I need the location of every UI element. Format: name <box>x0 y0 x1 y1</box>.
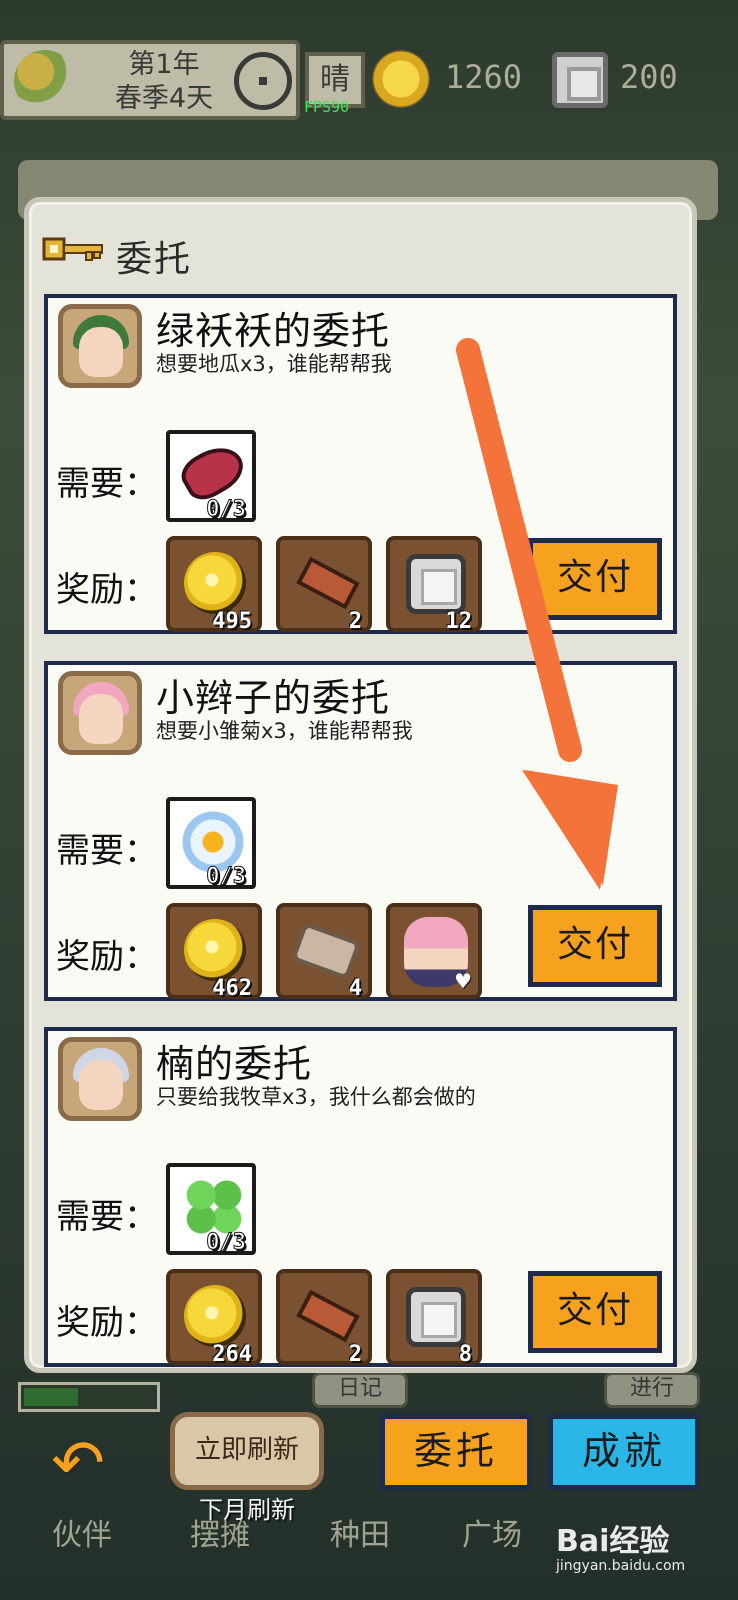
reward-label: 奖励： <box>56 570 158 610</box>
back-arrow-icon[interactable]: ↶ <box>40 1426 116 1502</box>
quest-card-2: 小辫子的委托 想要小雏菊x3，谁能帮帮我 需要： 0/3 奖励： 462 4 ♥… <box>44 661 677 1001</box>
reward-slot-stone[interactable]: 12 <box>386 536 482 634</box>
panel-title: 委托 <box>116 239 193 280</box>
nav-plaza[interactable]: 广场 <box>462 1510 522 1554</box>
coin-icon <box>184 1285 246 1347</box>
npc-avatar-pink <box>58 671 142 755</box>
reward-qty: 8 <box>458 1342 472 1367</box>
achievement-tab-button[interactable]: 成就 <box>548 1414 700 1490</box>
need-progress: 0/3 <box>206 864 247 890</box>
quest-description: 想要小雏菊x3，谁能帮帮我 <box>156 719 413 743</box>
gem-icon <box>552 52 608 108</box>
key-icon <box>42 237 103 261</box>
need-progress: 0/3 <box>206 1230 247 1256</box>
progress-tab[interactable]: 进行 <box>604 1372 700 1408</box>
reward-qty: 264 <box>212 1342 252 1367</box>
quest-description: 只要给我牧草x3，我什么都会做的 <box>156 1085 476 1109</box>
coin-icon <box>184 919 246 981</box>
quest-description: 想要地瓜x3，谁能帮帮我 <box>156 352 392 376</box>
stone-icon <box>406 554 466 614</box>
date-text: 第1年 春季4天 <box>99 48 229 116</box>
reward-qty: 12 <box>445 609 473 634</box>
npc-avatar-silver <box>58 1037 142 1121</box>
fps-counter: FPS90 <box>304 98 350 116</box>
reward-qty: 495 <box>212 609 252 634</box>
background-progress-bar <box>18 1382 160 1412</box>
reward-label: 奖励： <box>56 937 158 977</box>
date-panel: 第1年 春季4天 <box>0 40 300 120</box>
quest-card-1: 绿袄袄的委托 想要地瓜x3，谁能帮帮我 需要： 0/3 奖励： 495 2 12… <box>44 294 677 634</box>
clock-icon[interactable] <box>234 52 292 110</box>
quest-card-3: 楠的委托 只要给我牧草x3，我什么都会做的 需要： 0/3 奖励： 264 2 … <box>44 1027 677 1367</box>
quest-title: 绿袄袄的委托 <box>156 309 391 353</box>
need-item-slot[interactable]: 0/3 <box>166 1163 256 1256</box>
refresh-now-button[interactable]: 立即刷新 <box>170 1412 324 1490</box>
heart-icon: ♥ <box>454 969 472 993</box>
reward-qty: 462 <box>212 976 252 1001</box>
need-progress: 0/3 <box>206 497 247 523</box>
cloth-icon <box>290 921 362 981</box>
coin-icon <box>184 552 246 614</box>
diary-tab[interactable]: 日记 <box>312 1372 408 1408</box>
need-label: 需要： <box>56 464 158 504</box>
year-label: 第1年 <box>128 49 200 80</box>
reward-qty: 2 <box>348 1342 362 1367</box>
season-day-label: 春季4天 <box>114 83 214 114</box>
reward-slot-coin[interactable]: 462 <box>166 903 262 1001</box>
reward-slot-coin[interactable]: 495 <box>166 536 262 634</box>
need-label: 需要： <box>56 1197 158 1237</box>
wood-icon <box>296 556 360 610</box>
coin-icon <box>372 50 430 108</box>
need-label: 需要： <box>56 831 158 871</box>
submit-button[interactable]: 交付 <box>528 905 662 987</box>
watermark-brand: Bai经验 <box>556 1524 670 1559</box>
reward-slot-wood[interactable]: 2 <box>276 536 372 634</box>
commission-tab-button[interactable]: 委托 <box>380 1414 532 1490</box>
nav-stall[interactable]: 摆摊 <box>190 1510 250 1554</box>
nav-farm[interactable]: 种田 <box>330 1510 390 1554</box>
nav-partner[interactable]: 伙伴 <box>52 1510 112 1554</box>
reward-slot-stone[interactable]: 8 <box>386 1269 482 1367</box>
baidu-watermark: Bai经验 jingyan.baidu.com <box>556 1516 685 1574</box>
stone-icon <box>406 1287 466 1347</box>
submit-button[interactable]: 交付 <box>528 538 662 620</box>
reward-slot-affection[interactable]: ♥ <box>386 903 482 999</box>
coin-count: 1260 <box>445 58 523 96</box>
reward-label: 奖励： <box>56 1303 158 1343</box>
gem-count: 200 <box>620 58 678 96</box>
reward-slot-coin[interactable]: 264 <box>166 1269 262 1367</box>
reward-slot-wood[interactable]: 2 <box>276 1269 372 1367</box>
need-item-slot[interactable]: 0/3 <box>166 797 256 890</box>
wood-icon <box>296 1289 360 1343</box>
need-item-slot[interactable]: 0/3 <box>166 430 256 523</box>
quest-title: 楠的委托 <box>156 1042 313 1086</box>
watermark-url: jingyan.baidu.com <box>556 1558 686 1574</box>
grass-icon <box>182 1177 246 1237</box>
submit-button[interactable]: 交付 <box>528 1271 662 1353</box>
reward-qty: 2 <box>348 609 362 634</box>
quest-title: 小辫子的委托 <box>156 676 391 720</box>
season-flower-icon <box>14 50 76 112</box>
reward-qty: 4 <box>348 976 362 1001</box>
npc-avatar-green <box>58 304 142 388</box>
reward-slot-cloth[interactable]: 4 <box>276 903 372 1001</box>
